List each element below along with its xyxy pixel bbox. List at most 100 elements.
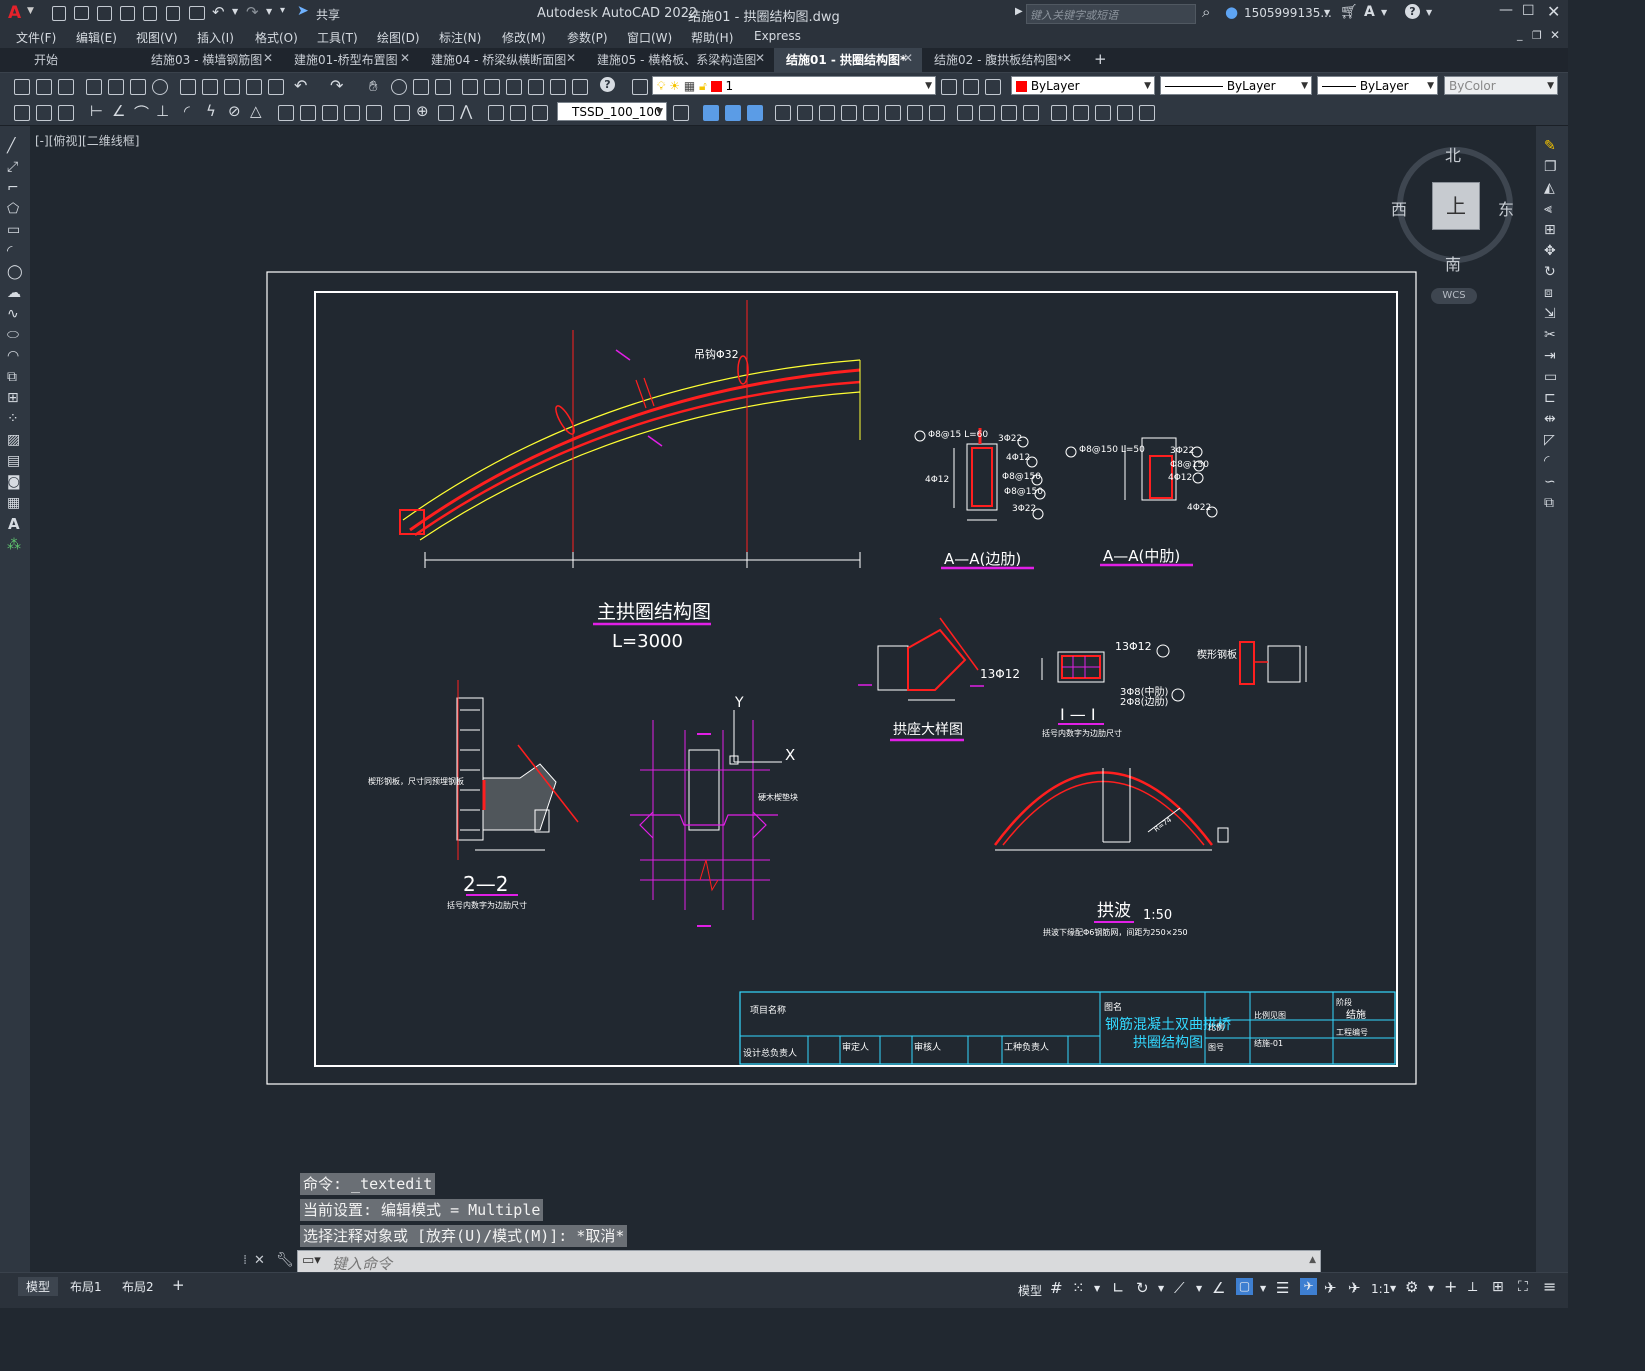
- section-ii-caption: 括号内数字为边肋尺寸: [1042, 728, 1122, 738]
- wcs-menu[interactable]: WCS: [1431, 288, 1477, 304]
- command-history-line: 选择注释对象或 [放弃(U)/模式(M)]: *取消*: [300, 1225, 628, 1247]
- command-history-dropdown-icon[interactable]: ▲: [1309, 1255, 1316, 1265]
- aa-mid-note: Φ8@150 L=50: [1079, 445, 1145, 455]
- joint-detail: [630, 710, 782, 927]
- tb-stage-label: 阶段: [1336, 997, 1352, 1007]
- aa-mid-note: Φ8@150: [1170, 460, 1209, 470]
- title-block: [739, 991, 1396, 1065]
- clean-screen-icon[interactable]: ⛶: [1518, 1279, 1528, 1295]
- main-arch-length: L=3000: [612, 631, 683, 652]
- arch-wave-radius: R=74: [1153, 816, 1174, 834]
- main-arch-elevation: [399, 300, 861, 568]
- annotation-visibility-icon[interactable]: ✈︎: [1324, 1279, 1337, 1297]
- command-input[interactable]: ▭▾ 键入命令 ▲: [297, 1250, 1321, 1274]
- tb-scale-label: 比例: [1208, 1022, 1224, 1032]
- ucs-y-label: Y: [734, 695, 744, 711]
- inner-frame: [314, 291, 1398, 1067]
- layout-tab-2[interactable]: 布局2: [122, 1278, 154, 1295]
- tb-design-lead: 设计总负责人: [743, 1047, 797, 1059]
- viewcube-top-label: 上: [1446, 194, 1466, 218]
- rebar-label: 吊钩Φ32: [694, 347, 739, 361]
- section-22-note: 楔形钢板，尺寸同预埋钢板: [368, 776, 464, 786]
- lineweight-icon[interactable]: ☰: [1276, 1279, 1289, 1297]
- viewcube-north[interactable]: 北: [1445, 142, 1461, 166]
- arch-wave-detail: [993, 768, 1229, 851]
- isodraft-dropdown-icon[interactable]: ▼: [1196, 1284, 1202, 1293]
- center-note: 硬木楔垫块: [758, 792, 798, 802]
- aa-edge-note: 3Φ22: [998, 434, 1022, 444]
- snap-icon[interactable]: ⁙: [1072, 1279, 1085, 1297]
- workspace-gear-icon[interactable]: ⚙: [1405, 1278, 1418, 1296]
- command-history-text: 选择注释对象或 [放弃(U)/模式(M)]: *取消*: [303, 1227, 625, 1245]
- add-scale-icon[interactable]: +: [1444, 1277, 1457, 1296]
- wedge-label: 楔形钢板: [1197, 648, 1237, 661]
- aa-edge-note: 4Φ12: [925, 475, 949, 485]
- scale-dropdown-icon[interactable]: ▼: [1390, 1284, 1396, 1293]
- command-prompt-icon[interactable]: ▭▾: [302, 1253, 321, 1268]
- aa-edge-note: 4Φ12: [1006, 453, 1030, 463]
- command-history-line: 当前设置: 编辑模式 = Multiple: [300, 1199, 544, 1221]
- tb-reviewer: 审定人: [842, 1041, 869, 1053]
- aa-mid-note: 4Φ12: [1168, 473, 1192, 483]
- layout-tab-model[interactable]: 模型: [26, 1278, 50, 1295]
- tb-stage-value: 结施: [1346, 1008, 1366, 1021]
- aa-edge-note: Φ8@150: [1002, 472, 1041, 482]
- viewcube-west[interactable]: 西: [1391, 196, 1407, 220]
- viewcube-south[interactable]: 南: [1445, 251, 1461, 275]
- section-22: [456, 680, 579, 860]
- drawing-canvas[interactable]: 吊钩Φ32 主拱圈结构图 L=3000 Φ8@15 L=60 3Φ22 4Φ12…: [0, 0, 1568, 1307]
- section-ii-title: I — I: [1060, 705, 1096, 724]
- snap-dropdown-icon[interactable]: ▼: [1094, 1284, 1100, 1293]
- aa-edge-note: Φ8@15 L=60: [928, 430, 988, 440]
- layout-tab-1[interactable]: 布局1: [70, 1278, 102, 1295]
- section-ii-note: 2Φ8(边肋): [1120, 695, 1168, 708]
- tb-checker: 审核人: [914, 1041, 941, 1053]
- ucs-x-label: X: [785, 746, 795, 764]
- arch-wave-caption: 拱波下缘配Φ6钢筋网，间距为250×250: [1043, 927, 1188, 937]
- annotation-monitor-icon[interactable]: ✈︎: [1300, 1278, 1317, 1295]
- aa-edge-note: Φ8@150: [1004, 487, 1043, 497]
- arch-wave-title: 拱波: [1097, 901, 1131, 921]
- command-grip-icon[interactable]: ⁞: [243, 1253, 247, 1268]
- command-placeholder: 键入命令: [332, 1255, 393, 1273]
- tb-number-value: 结施-01: [1254, 1038, 1283, 1048]
- annotation-scale-value[interactable]: 1:1: [1371, 1282, 1390, 1296]
- tb-engineer: 工种负责人: [1004, 1041, 1049, 1053]
- annotation-scale-icon[interactable]: ✈︎: [1348, 1279, 1361, 1297]
- aa-mid-note: 3Φ22: [1170, 446, 1194, 456]
- grid-icon[interactable]: #: [1050, 1279, 1063, 1297]
- tb-name-label: 图名: [1104, 1001, 1122, 1013]
- command-close-icon[interactable]: ✕: [254, 1253, 265, 1268]
- osnap-icon[interactable]: ▢: [1236, 1278, 1253, 1295]
- polar-dropdown-icon[interactable]: ▼: [1158, 1284, 1164, 1293]
- viewcube-east[interactable]: 东: [1498, 196, 1514, 220]
- osnap-dropdown-icon[interactable]: ▼: [1260, 1284, 1266, 1293]
- customize-status-icon[interactable]: ≡: [1543, 1277, 1556, 1296]
- isodraft-icon[interactable]: ⟋: [1174, 1279, 1185, 1297]
- aa-edge-note: 3Φ22: [1012, 504, 1036, 514]
- command-bar: ⁞ ✕ 🔧︎ ▭▾ 键入命令 ▲: [243, 1250, 1323, 1274]
- command-history-line: 命令: _textedit: [300, 1173, 436, 1195]
- workspace-dropdown-icon[interactable]: ▼: [1428, 1284, 1434, 1293]
- ortho-icon[interactable]: ∟: [1112, 1279, 1125, 1297]
- polar-icon[interactable]: ↻: [1136, 1279, 1149, 1297]
- arch-seat-note: 13Φ12: [980, 667, 1020, 681]
- model-space-button[interactable]: 模型: [1018, 1282, 1042, 1299]
- tb-scale-value: 比例见图: [1254, 1010, 1286, 1020]
- section-aa-edge-title: A—A(边肋): [944, 550, 1021, 568]
- units-icon[interactable]: ⟂: [1468, 1279, 1477, 1295]
- add-layout-icon[interactable]: +: [172, 1276, 185, 1294]
- tb-number-label: 图号: [1208, 1043, 1224, 1052]
- viewcube-top-face[interactable]: 上: [1432, 182, 1480, 230]
- arch-wave-scale: 1:50: [1143, 908, 1172, 923]
- quick-properties-icon[interactable]: ⊞: [1492, 1279, 1504, 1295]
- command-history-text: 命令: _textedit: [303, 1175, 433, 1193]
- section-22-caption: 括号内数字为边肋尺寸: [447, 900, 527, 910]
- section-aa-mid-title: A—A(中肋): [1103, 547, 1180, 565]
- object-snap-tracking-icon[interactable]: ∠: [1212, 1279, 1225, 1297]
- main-arch-title: 主拱圈结构图: [597, 601, 711, 623]
- command-customize-icon[interactable]: 🔧︎: [276, 1252, 294, 1268]
- command-history-text: 当前设置: 编辑模式 = Multiple: [303, 1201, 541, 1219]
- wcs-label: WCS: [1442, 290, 1466, 301]
- tb-project-no: 工程编号: [1336, 1027, 1368, 1037]
